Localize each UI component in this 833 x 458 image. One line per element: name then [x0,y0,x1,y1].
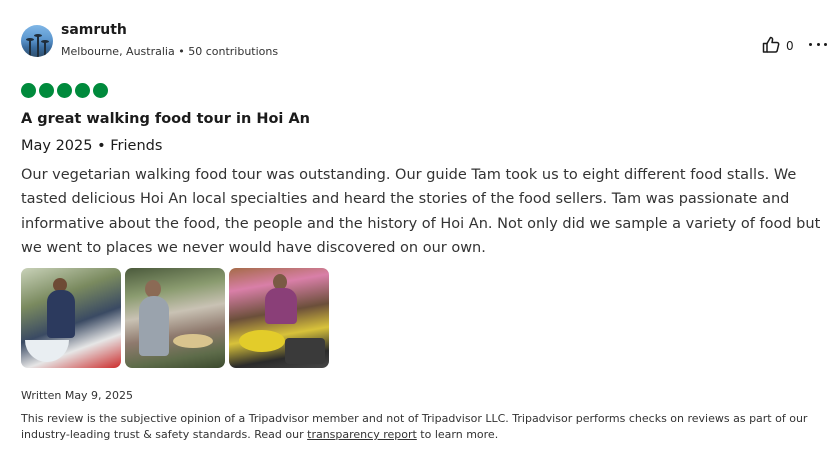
avatar-frond-graphic [34,34,42,37]
user-location: Melbourne, Australia [61,45,175,58]
user-meta: Melbourne, Australia • 50 contributions [61,45,278,58]
avatar-frond-graphic [41,40,49,43]
review-photos [21,268,329,368]
review-trip-date: May 2025 • Friends [21,138,163,154]
photo-grill [285,338,325,364]
rating-bubble [39,83,54,98]
more-dot [824,42,827,46]
more-dot [809,42,812,46]
photo-bowl [25,340,69,362]
avatar-palm-graphic [29,39,31,57]
helpful-vote-button[interactable]: 0 [762,36,794,56]
rating-bubble [75,83,90,98]
avatar[interactable] [21,25,53,57]
more-options-button[interactable] [809,36,827,52]
rating-bubble [21,83,36,98]
photo-figure [47,290,75,338]
review-title[interactable]: A great walking food tour in Hoi An [21,111,310,127]
transparency-report-link[interactable]: transparency report [307,428,417,441]
meta-separator: • [174,45,189,58]
photo-plate [239,330,285,352]
rating-bubble [93,83,108,98]
review-text: Our vegetarian walking food tour was out… [21,167,821,256]
avatar-palm-graphic [44,41,46,57]
avatar-palm-graphic [37,35,39,57]
thumbs-up-icon [762,36,780,56]
more-dot [816,42,820,46]
disclaimer-text-end: to learn more. [416,428,499,441]
review-photo[interactable] [21,268,121,368]
written-date: Written May 9, 2025 [21,389,134,402]
helpful-count: 0 [786,39,794,53]
photo-plate [173,334,213,348]
review-photo[interactable] [125,268,225,368]
username[interactable]: samruth [61,22,127,38]
rating-bubble [57,83,72,98]
photo-figure [265,288,297,324]
rating-bubbles [21,83,108,98]
user-contributions: 50 contributions [188,45,279,58]
review-photo[interactable] [229,268,329,368]
review-disclaimer: This review is the subjective opinion of… [21,411,811,443]
photo-figure [139,296,169,356]
avatar-frond-graphic [26,38,34,41]
